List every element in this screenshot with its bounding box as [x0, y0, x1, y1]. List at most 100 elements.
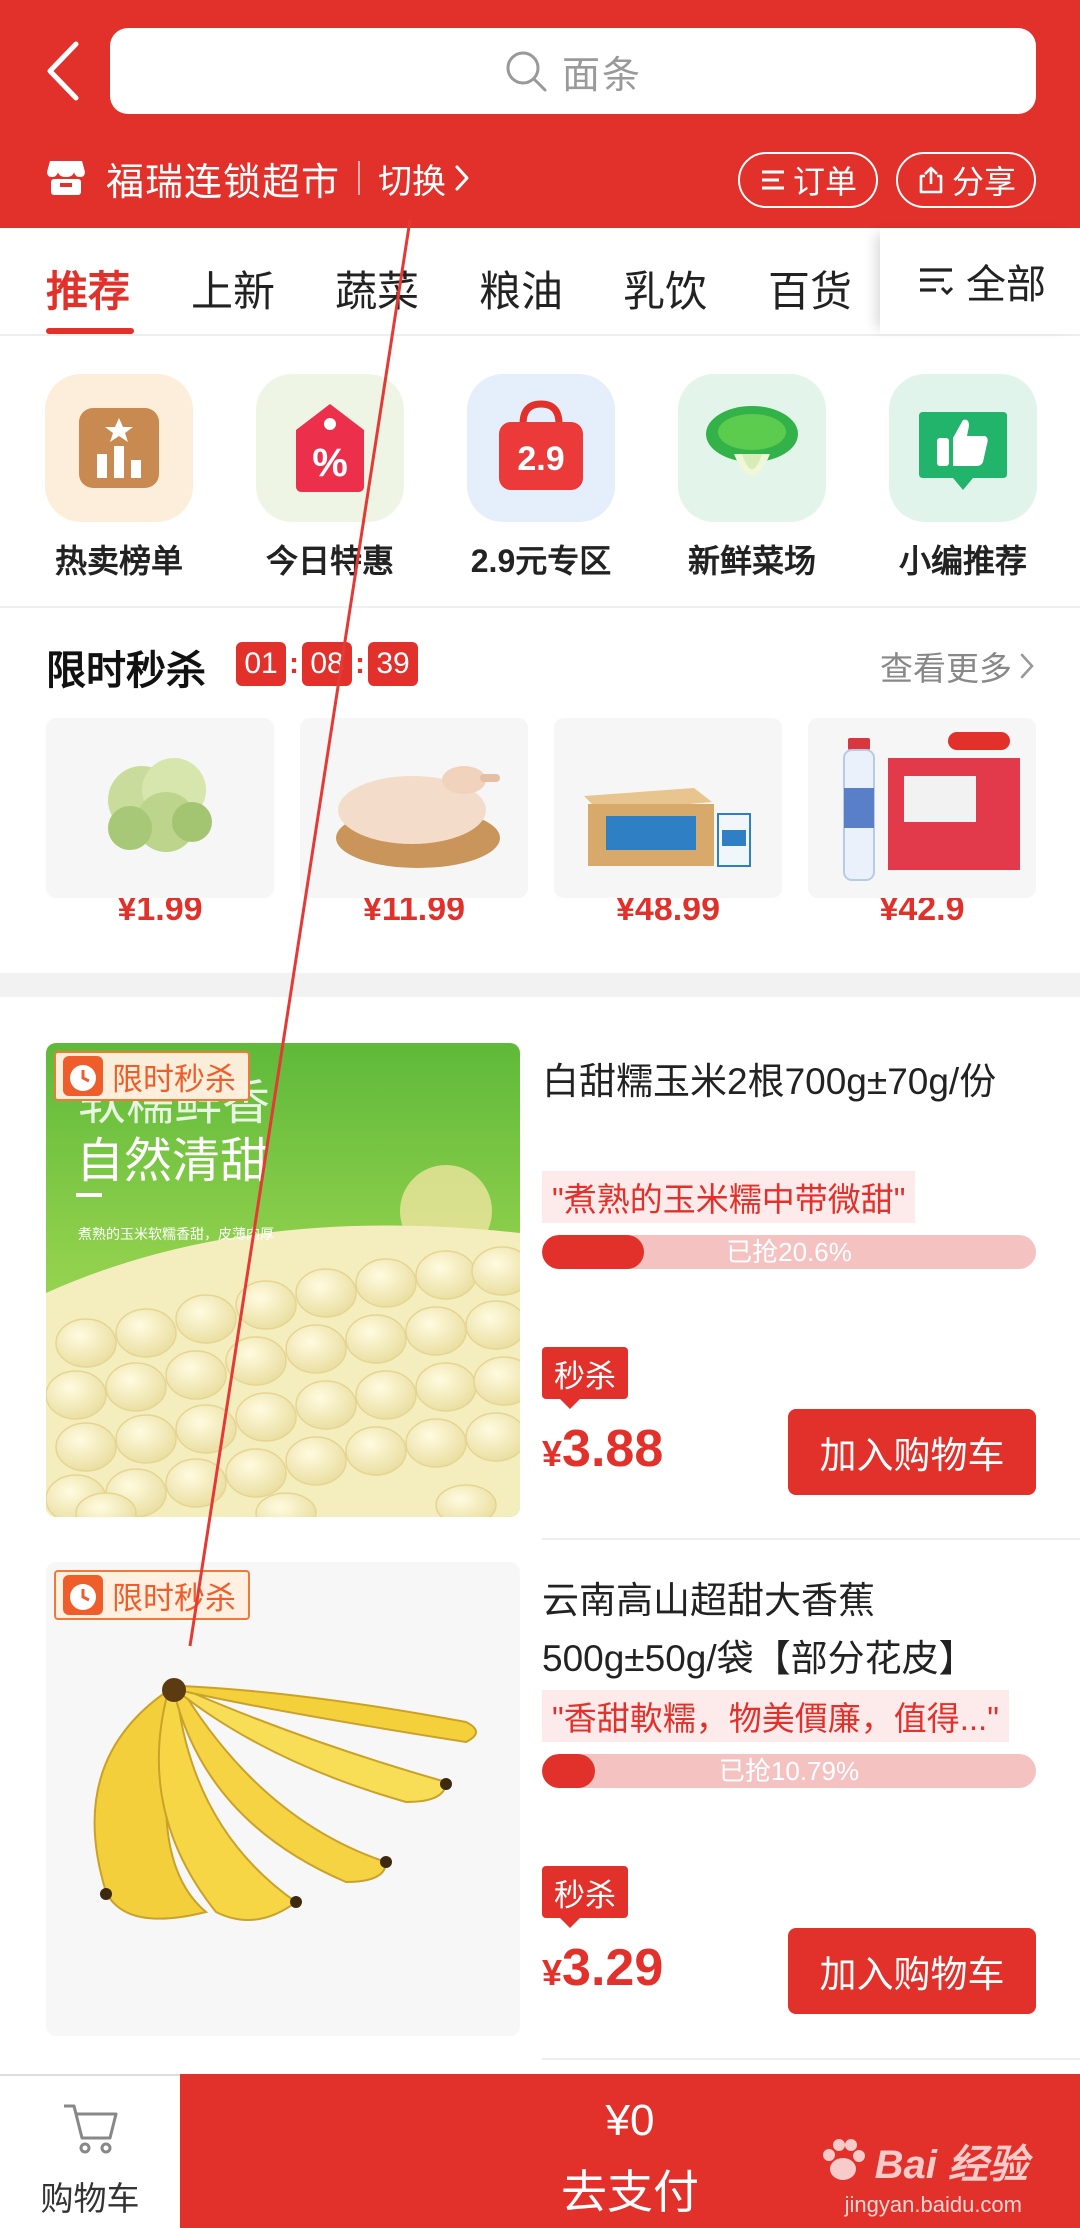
- share-label: 分享: [951, 164, 1016, 200]
- flash-item-duck[interactable]: ¥11.99: [300, 718, 528, 938]
- timer-colon: :: [289, 647, 299, 680]
- alarm-clock-icon: [63, 1575, 103, 1615]
- discount-tag-icon: %: [256, 374, 404, 522]
- quick-entry-today-deals[interactable]: % 今日特惠: [235, 374, 425, 582]
- header-bar: 面条 福瑞连锁超市 切换 订单 分享: [0, 0, 1080, 228]
- quick-entries: 热卖榜单 % 今日特惠 2.9 2.9元专区 新鲜菜场 小编推荐: [0, 336, 1080, 606]
- flash-sale-badge-label: 限时秒杀: [112, 1580, 236, 1616]
- countdown-timer: 01 : 08 : 39: [236, 642, 418, 686]
- price-value: 3.29: [562, 1939, 664, 1997]
- ranking-icon: [45, 374, 193, 522]
- product-tagline: "煮熟的玉米糯中带微甜": [542, 1171, 916, 1223]
- timer-minutes: 08: [302, 642, 352, 686]
- store-separator: [358, 161, 361, 195]
- tab-grain-oil[interactable]: 粮油: [479, 258, 563, 319]
- flash-sale-badge-label: 限时秒杀: [112, 1061, 236, 1097]
- svg-text:2.9: 2.9: [517, 440, 564, 478]
- quick-entry-fresh-market[interactable]: 新鲜菜场: [657, 374, 847, 582]
- tab-vegetables[interactable]: 蔬菜: [335, 258, 419, 319]
- timer-seconds: 39: [368, 642, 418, 686]
- view-more-label: 查看更多: [880, 650, 1012, 687]
- tab-new[interactable]: 上新: [191, 258, 275, 319]
- tab-dairy-drinks[interactable]: 乳饮: [623, 258, 707, 319]
- flash-sale-badge: 限时秒杀: [54, 1570, 250, 1620]
- sold-progress-label: 已抢20.6%: [726, 1237, 852, 1267]
- price-value: 3.88: [562, 1420, 664, 1478]
- milk-box-image: [554, 718, 782, 898]
- shopping-bag-icon: 2.9: [467, 374, 615, 522]
- section-divider: [0, 973, 1080, 997]
- seckill-tag: 秒杀: [542, 1866, 628, 1928]
- timer-hours: 01: [236, 642, 286, 686]
- menu-filter-icon: [920, 268, 954, 296]
- corn-image: 软糯鲜香 自然清甜 煮熟的玉米软糯香甜，皮薄肉厚 限时秒杀: [46, 1043, 520, 1517]
- quick-entry-label: 新鲜菜场: [687, 543, 816, 579]
- switch-store-button[interactable]: 切换: [378, 154, 472, 203]
- flash-item-cauliflower[interactable]: ¥1.99: [46, 718, 274, 938]
- svg-text:自然清甜: 自然清甜: [76, 1133, 268, 1189]
- flash-item-milk-box[interactable]: ¥48.99: [554, 718, 782, 938]
- product-tagline: "香甜軟糯，物美價廉，值得...": [542, 1690, 1009, 1742]
- quick-entry-2-9-zone[interactable]: 2.9 2.9元专区: [446, 374, 636, 582]
- baidu-watermark: Bai 经验: [817, 2132, 1028, 2190]
- all-categories-label: 全部: [966, 263, 1046, 307]
- store-icon: [47, 161, 85, 195]
- alarm-clock-icon: [63, 1056, 103, 1096]
- all-categories-button[interactable]: 全部: [880, 228, 1080, 334]
- search-icon: [506, 51, 547, 92]
- store-name: 福瑞连锁超市: [106, 161, 341, 204]
- tab-general-goods[interactable]: 百货: [768, 258, 852, 319]
- product-title: 云南高山超甜大香蕉500g±50g/袋【部分花皮】: [542, 1580, 976, 1679]
- switch-store-label: 切换: [378, 162, 447, 201]
- paw-logo-icon: [822, 2139, 865, 2180]
- list-icon: [761, 170, 784, 190]
- duck-image: [300, 718, 528, 898]
- flash-sale-badge: 限时秒杀: [54, 1051, 250, 1101]
- search-input[interactable]: 面条: [110, 28, 1036, 114]
- checkout-button[interactable]: ¥0 去支付 Bai 经验 jingyan.baidu.com: [180, 2074, 1080, 2228]
- banana-image: 限时秒杀: [46, 1562, 520, 2036]
- chevron-right-icon: [455, 165, 469, 191]
- svg-text:%: %: [312, 441, 348, 485]
- category-tabs: 推荐 上新 蔬菜 粮油 乳饮 百货 全部: [0, 228, 1080, 336]
- watermark-url: jingyan.baidu.com: [844, 2192, 1022, 2217]
- timer-colon: :: [355, 647, 365, 680]
- view-more-link[interactable]: 查看更多: [880, 642, 1036, 690]
- product-card-corn[interactable]: 软糯鲜香 自然清甜 煮熟的玉米软糯香甜，皮薄肉厚 限时秒杀 白甜糯玉米2根700…: [0, 997, 1080, 1517]
- quick-entry-editor-picks[interactable]: 小编推荐: [868, 374, 1058, 582]
- sold-progress-bar: 已抢10.79%: [542, 1754, 1036, 1788]
- flash-sale-title: 限时秒杀: [46, 649, 206, 693]
- add-to-cart-button[interactable]: 加入购物车: [788, 1928, 1036, 2014]
- tab-recommend[interactable]: 推荐: [46, 258, 130, 319]
- chevron-right-icon: [1020, 653, 1034, 679]
- orders-button[interactable]: 订单: [738, 152, 878, 208]
- watermark-text: Bai 经验: [874, 2143, 1028, 2187]
- soda-water-image: [808, 718, 1036, 898]
- active-tab-indicator: [46, 328, 134, 334]
- orders-label: 订单: [792, 164, 857, 200]
- add-to-cart-button[interactable]: 加入购物车: [788, 1409, 1036, 1495]
- quick-entry-label: 小编推荐: [898, 543, 1027, 579]
- search-placeholder: 面条: [561, 54, 642, 97]
- flash-item-soda-water[interactable]: ¥42.9: [808, 718, 1036, 938]
- share-button[interactable]: 分享: [896, 152, 1036, 208]
- chevron-left-icon: [47, 41, 79, 101]
- thumbs-up-icon: [889, 374, 1037, 522]
- product-card-banana[interactable]: 限时秒杀 云南高山超甜大香蕉500g±50g/袋【部分花皮】 "香甜軟糯，物美價…: [0, 1516, 1080, 2036]
- sold-progress-label: 已抢10.79%: [718, 1756, 860, 1786]
- cart-tab-button[interactable]: 购物车: [0, 2074, 180, 2228]
- svg-text:煮熟的玉米软糯香甜，皮薄肉厚: 煮熟的玉米软糯香甜，皮薄肉厚: [78, 1227, 274, 1243]
- currency-symbol: ¥: [542, 1952, 563, 1993]
- product-title: 白甜糯玉米2根700g±70g/份: [542, 1061, 997, 1102]
- cart-icon: [64, 2104, 118, 2154]
- bok-choy-icon: [678, 374, 826, 522]
- quick-entry-hot-ranking[interactable]: 热卖榜单: [24, 374, 214, 582]
- flash-sale-section: 限时秒杀 01 : 08 : 39 查看更多 ¥1.99 ¥11.99 ¥48.…: [0, 608, 1080, 973]
- back-button[interactable]: [40, 38, 88, 104]
- cart-tab-label: 购物车: [40, 2180, 140, 2217]
- share-icon: [919, 166, 943, 194]
- sold-progress-bar: 已抢20.6%: [542, 1235, 1036, 1269]
- quick-entry-label: 2.9元专区: [470, 543, 612, 579]
- product-separator: [542, 2058, 1080, 2060]
- store-row: 福瑞连锁超市 切换: [46, 148, 1034, 208]
